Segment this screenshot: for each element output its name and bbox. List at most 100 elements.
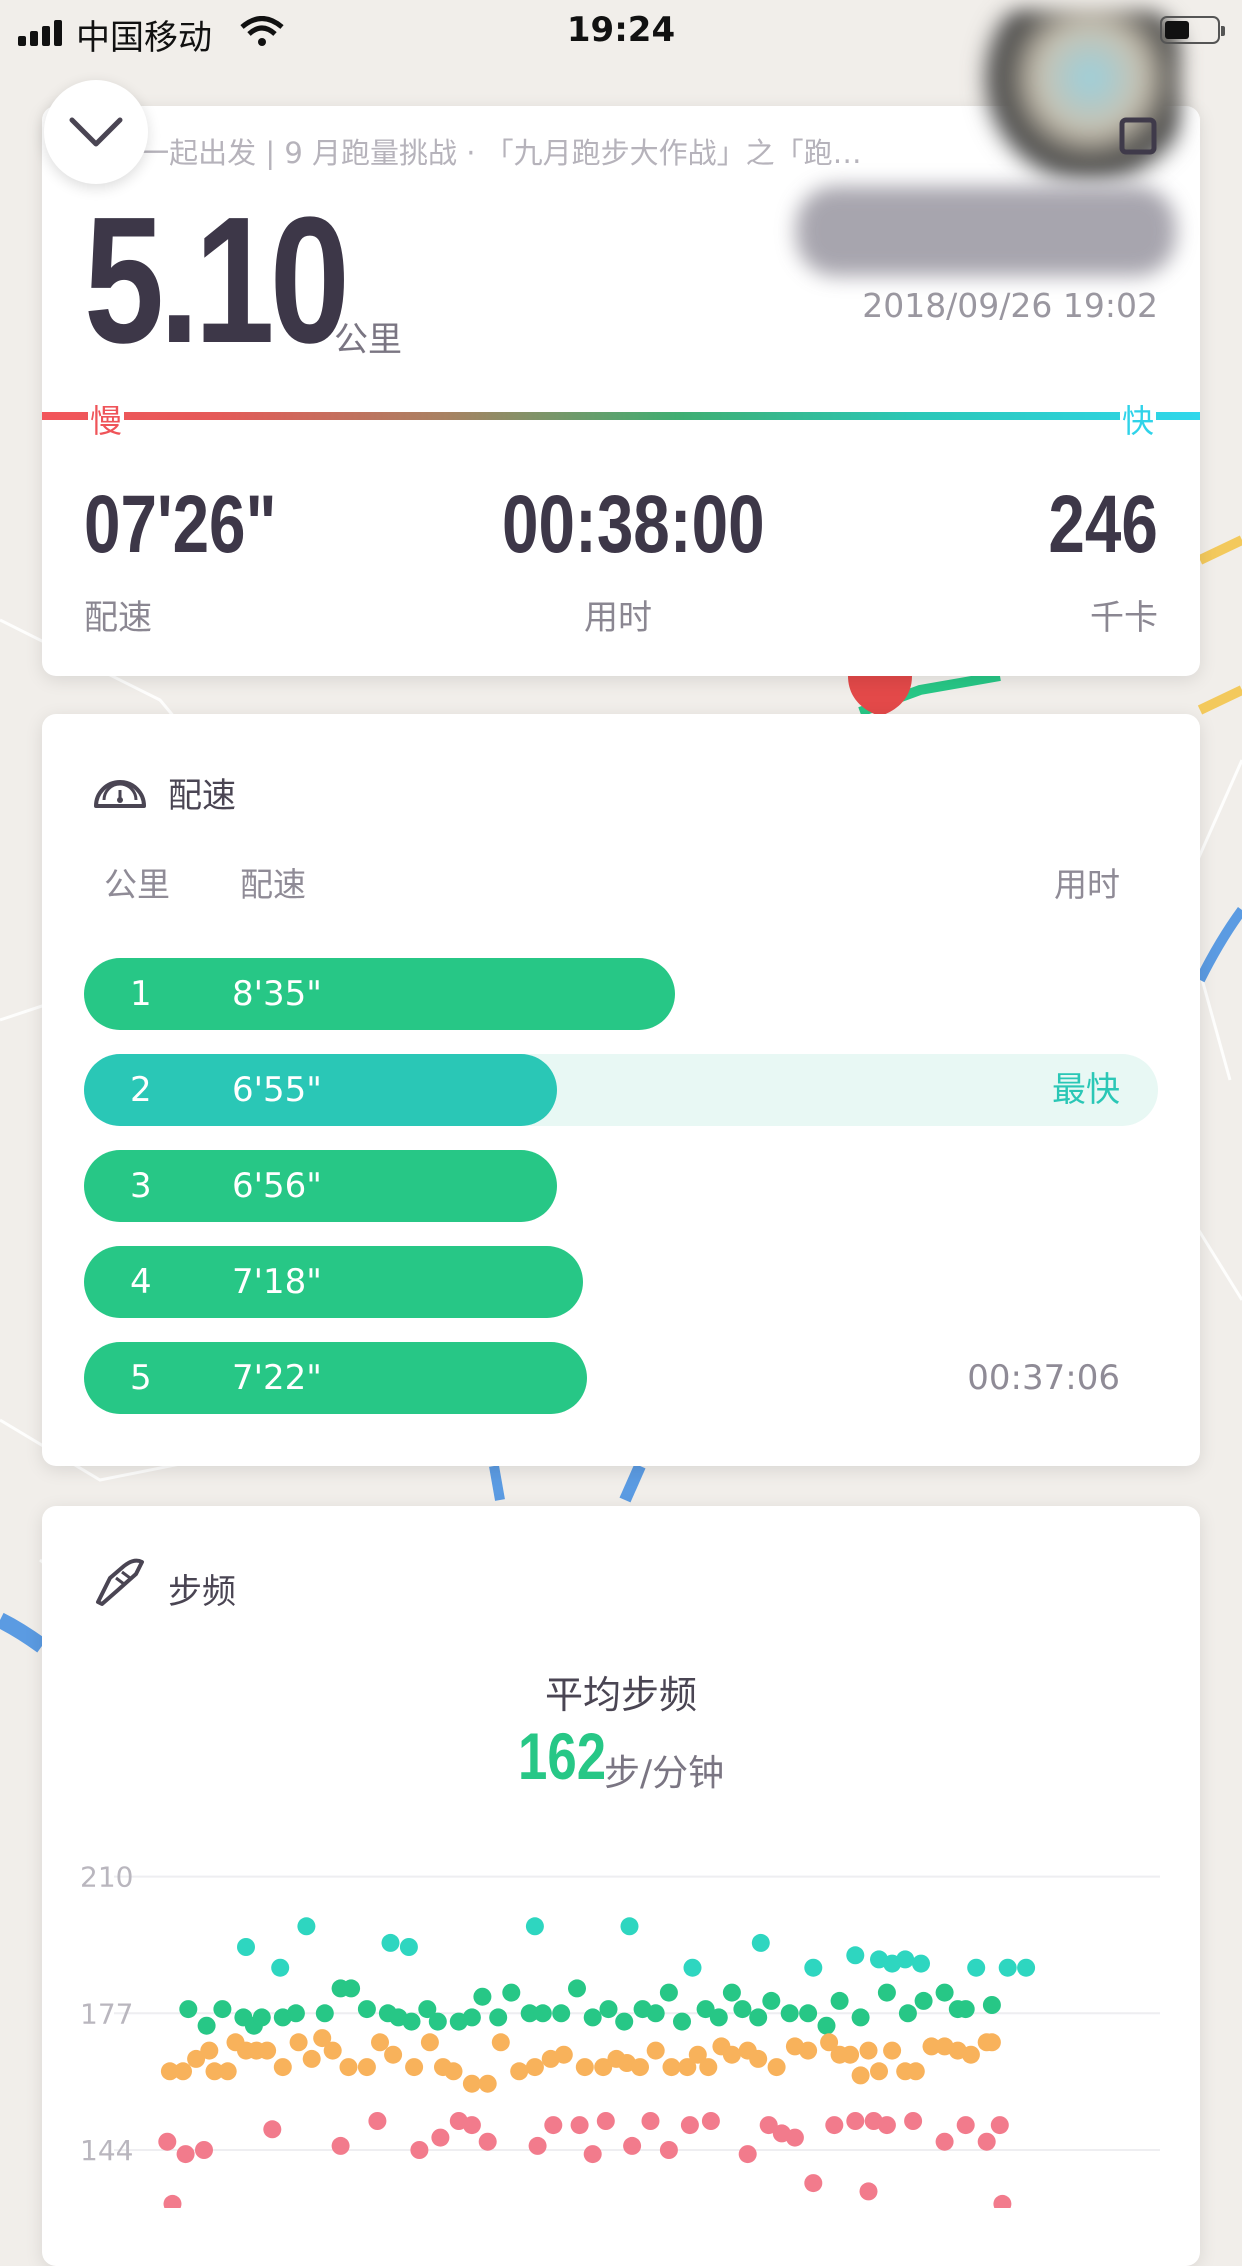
cadence-point: [846, 1946, 865, 1965]
cadence-point: [357, 2058, 376, 2077]
cadence-point: [473, 1987, 492, 2006]
speedometer-icon: [94, 780, 146, 808]
pace-row: 3 6'56": [84, 1150, 1158, 1222]
cadence-point: [462, 2116, 481, 2135]
y-tick-label: 144: [80, 2134, 133, 2167]
cadence-point: [331, 2136, 350, 2155]
cadence-point: [570, 2116, 589, 2135]
pace-bar: [84, 1342, 587, 1414]
cadence-point: [528, 2136, 547, 2155]
avg-cadence-label: 平均步频: [544, 1673, 697, 1717]
column-km: 公里: [104, 865, 170, 904]
cadence-point: [544, 2116, 563, 2135]
activity-subtitle[interactable]: P · 一起出发 | 9 月跑量挑战 · 「九月跑步大作战」之「跑…: [95, 130, 955, 172]
run-datetime: 2018/09/26 19:02: [862, 286, 1158, 325]
cadence-point: [197, 2016, 216, 2035]
cadence-point: [478, 2074, 497, 2093]
cadence-point: [870, 2062, 888, 2081]
cadence-point: [780, 2004, 799, 2023]
cadence-point: [701, 2112, 720, 2130]
cadence-point: [961, 2045, 980, 2064]
clock: 19:24: [566, 10, 676, 50]
y-tick-label: 210: [80, 1861, 133, 1894]
cadence-point: [751, 1933, 770, 1952]
pace-row-pace: 7'18": [232, 1262, 322, 1302]
cadence-point: [158, 2132, 177, 2151]
cadence-point: [738, 2145, 757, 2164]
cadence-point: [252, 2008, 271, 2027]
cadence-point: [851, 2066, 870, 2085]
cadence-point: [357, 2000, 376, 2019]
share-icon[interactable]: [1108, 106, 1172, 170]
pace-row-pace: 6'55": [232, 1070, 322, 1110]
cadence-point: [297, 1917, 316, 1936]
avg-pace-label: 配速: [84, 598, 152, 638]
cadence-point: [444, 2062, 463, 2081]
total-time: 00:37:06: [967, 1358, 1120, 1398]
cadence-point: [906, 2062, 925, 2081]
cadence-point: [568, 1979, 586, 1998]
cadence-point: [575, 2058, 594, 2077]
cadence-point: [659, 1983, 678, 2002]
cadence-point: [533, 2004, 552, 2023]
cadence-point: [179, 2000, 198, 2019]
cadence-point: [680, 2116, 699, 2135]
fastest-badge: 最快: [1052, 1070, 1120, 1110]
cadence-point: [799, 2041, 818, 2060]
cadence-point: [846, 2112, 865, 2130]
cadence-point: [399, 1938, 418, 1956]
cadence-point: [525, 1917, 544, 1936]
cadence-point: [898, 2004, 917, 2023]
battery-icon: [1160, 16, 1225, 44]
cadence-point: [174, 2062, 192, 2081]
distance-value: 5.10: [84, 180, 350, 381]
cadence-point: [896, 1950, 915, 1969]
column-pace: 配速: [240, 865, 306, 904]
cadence-point: [956, 2000, 975, 2019]
cadence-point: [749, 2008, 768, 2027]
cadence-point: [998, 1958, 1017, 1977]
pace-row-km: 4: [130, 1262, 152, 1302]
avg-cadence-unit: 步/分钟: [604, 1753, 725, 1794]
cadence-point: [993, 2194, 1012, 2208]
duration-value: 00:38:00: [502, 479, 765, 570]
cadence-point: [176, 2145, 195, 2164]
cadence-point: [302, 2049, 321, 2068]
cadence-section-title: 步频: [168, 1572, 236, 1612]
cadence-point: [841, 2045, 860, 2064]
cadence-point: [662, 2058, 681, 2077]
fast-label: 快: [1120, 396, 1157, 442]
cadence-point: [762, 1991, 781, 2010]
cadence-point: [830, 1991, 849, 2010]
cadence-point: [870, 1950, 888, 1969]
cadence-point: [213, 2000, 232, 2019]
calories-label: 千卡: [1090, 598, 1158, 638]
cadence-point: [384, 2045, 403, 2064]
column-time: 用时: [1054, 865, 1120, 904]
cadence-point: [631, 2058, 649, 2077]
collapse-button[interactable]: [44, 80, 148, 184]
cadence-point: [405, 2058, 424, 2077]
cadence-point: [491, 2033, 510, 2052]
cadence-point: [722, 1983, 741, 2002]
cadence-point: [709, 2008, 728, 2027]
cadence-point: [402, 2012, 421, 2031]
cadence-point: [623, 2136, 642, 2155]
cadence-point: [804, 1958, 823, 1977]
cadence-point: [381, 1933, 400, 1952]
cadence-point: [599, 2000, 618, 2019]
cadence-point: [825, 2116, 844, 2135]
pace-row-km: 3: [130, 1166, 152, 1206]
cadence-point: [722, 2045, 741, 2064]
cadence-point: [673, 2012, 691, 2031]
cadence-point: [286, 2004, 305, 2023]
cadence-point: [342, 1979, 361, 1998]
cadence-point: [977, 2132, 996, 2151]
cadence-point: [583, 2145, 602, 2164]
pace-row-km: 1: [130, 974, 152, 1014]
pace-row-km: 5: [130, 1358, 152, 1398]
cadence-point: [371, 2033, 389, 2052]
cadence-point: [525, 2058, 544, 2077]
pace-row: 5 7'22" 00:37:06: [84, 1342, 1158, 1414]
pace-row-pace: 8'35": [232, 974, 322, 1014]
